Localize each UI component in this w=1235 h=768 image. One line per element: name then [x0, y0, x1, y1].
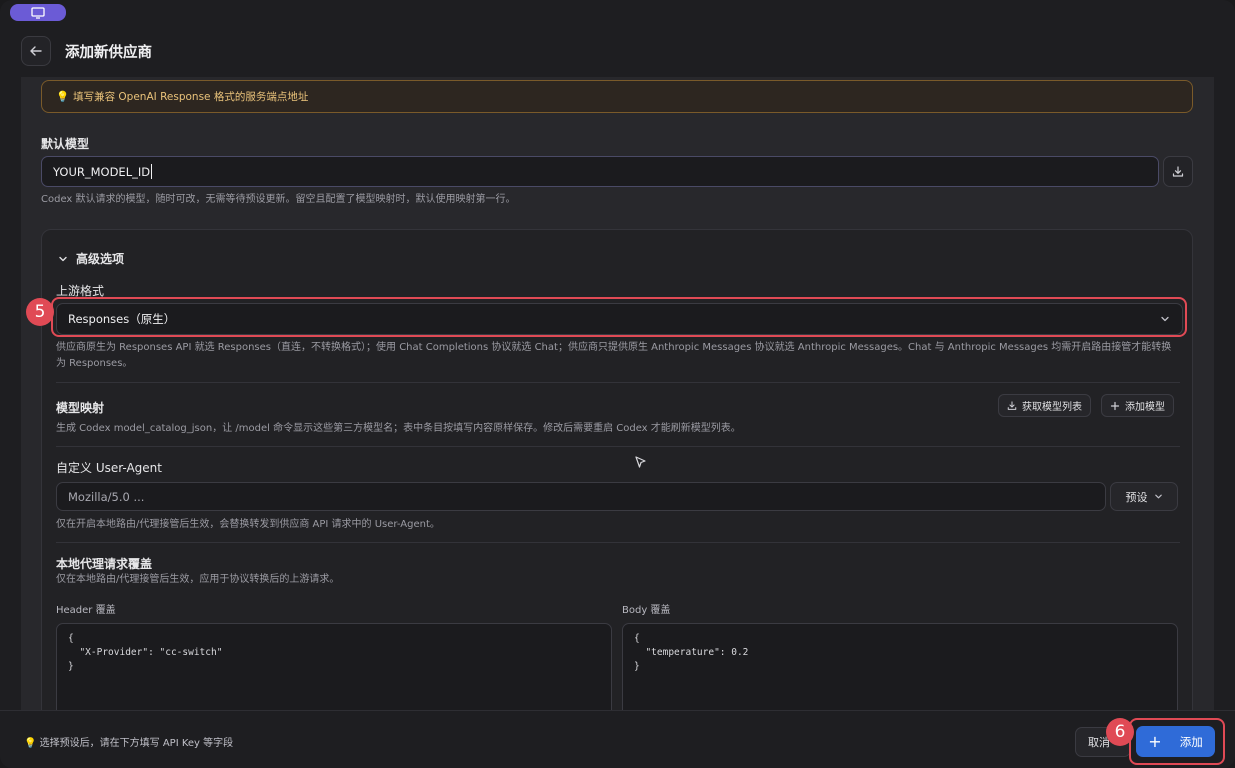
- body-override-editor[interactable]: { "temperature": 0.2 }: [622, 623, 1178, 710]
- body-override-label: Body 覆盖: [622, 605, 671, 616]
- section-divider: [56, 382, 1180, 383]
- tip-text: 填写兼容 OpenAI Response 格式的服务端点地址: [73, 91, 309, 103]
- default-model-value: YOUR_MODEL_ID: [53, 164, 151, 179]
- preset-label: 预设: [1125, 490, 1148, 504]
- add-model-label: 添加模型: [1125, 402, 1165, 413]
- fetch-model-list-label: 获取模型列表: [1022, 402, 1082, 413]
- footer-bar: 💡 选择预设后，请在下方填写 API Key 等字段 取消 + 添加: [0, 710, 1235, 768]
- app-window: 添加新供应商 💡 填写兼容 OpenAI Response 格式的服务端点地址 …: [0, 0, 1235, 768]
- step-6-highlight: [1129, 718, 1225, 765]
- user-agent-help: 仅在开启本地路由/代理接管后生效，会替换转发到供应商 API 请求中的 User…: [56, 519, 440, 530]
- window-control-pill[interactable]: [10, 4, 66, 21]
- advanced-options-toggle[interactable]: 高级选项: [58, 250, 124, 267]
- mouse-cursor-icon: [635, 456, 646, 468]
- add-model-button[interactable]: 添加模型: [1101, 394, 1174, 417]
- screen-icon: [31, 6, 45, 19]
- form-content[interactable]: 💡 填写兼容 OpenAI Response 格式的服务端点地址 默认模型 YO…: [21, 77, 1214, 710]
- step-5-highlight: [51, 297, 1187, 337]
- lightbulb-icon: 💡: [56, 91, 70, 103]
- section-divider: [56, 446, 1180, 447]
- header-override-editor[interactable]: { "X-Provider": "cc-switch" }: [56, 623, 612, 710]
- step-5-badge: 5: [26, 298, 54, 326]
- model-mapping-label: 模型映射: [56, 401, 105, 415]
- footer-hint-text: 选择预设后，请在下方填写 API Key 等字段: [39, 738, 234, 749]
- user-agent-input[interactable]: Mozilla/5.0 ...: [56, 482, 1106, 511]
- arrow-left-icon: [30, 46, 42, 56]
- download-icon: [1172, 165, 1184, 177]
- user-agent-label: 自定义 User-Agent: [56, 461, 162, 475]
- default-model-input[interactable]: YOUR_MODEL_ID: [41, 156, 1159, 187]
- chevron-down-icon: [59, 256, 67, 261]
- chevron-down-icon: [1154, 494, 1162, 499]
- user-agent-placeholder: Mozilla/5.0 ...: [68, 489, 145, 504]
- back-button[interactable]: [21, 36, 51, 66]
- section-divider: [56, 542, 1180, 543]
- download-icon: [1007, 400, 1017, 410]
- proxy-override-help: 仅在本地路由/代理接管后生效，应用于协议转换后的上游请求。: [56, 574, 340, 585]
- fetch-model-list-button[interactable]: 获取模型列表: [998, 394, 1091, 417]
- proxy-override-label: 本地代理请求覆盖: [56, 557, 153, 571]
- upstream-format-help: 供应商原生为 Responses API 就选 Responses（直连，不转换…: [56, 342, 1172, 369]
- user-agent-preset-button[interactable]: 预设: [1110, 482, 1178, 511]
- endpoint-tip-banner: 💡 填写兼容 OpenAI Response 格式的服务端点地址: [41, 80, 1193, 113]
- page-title: 添加新供应商: [65, 45, 152, 61]
- text-caret: [151, 164, 153, 179]
- default-model-label: 默认模型: [41, 137, 90, 151]
- plus-icon: [1110, 401, 1120, 410]
- lightbulb-icon: 💡: [24, 738, 37, 749]
- advanced-options-label: 高级选项: [76, 252, 125, 266]
- default-model-help: Codex 默认请求的模型，随时可改，无需等待预设更新。留空且配置了模型映射时，…: [41, 194, 516, 205]
- model-mapping-help: 生成 Codex model_catalog_json，让 /model 命令显…: [56, 423, 741, 434]
- footer-hint: 💡 选择预设后，请在下方填写 API Key 等字段: [24, 734, 233, 749]
- fetch-default-model-button[interactable]: [1163, 156, 1193, 187]
- header-override-label: Header 覆盖: [56, 605, 116, 616]
- page-header: 添加新供应商: [0, 26, 1235, 76]
- step-6-badge: 6: [1106, 718, 1134, 746]
